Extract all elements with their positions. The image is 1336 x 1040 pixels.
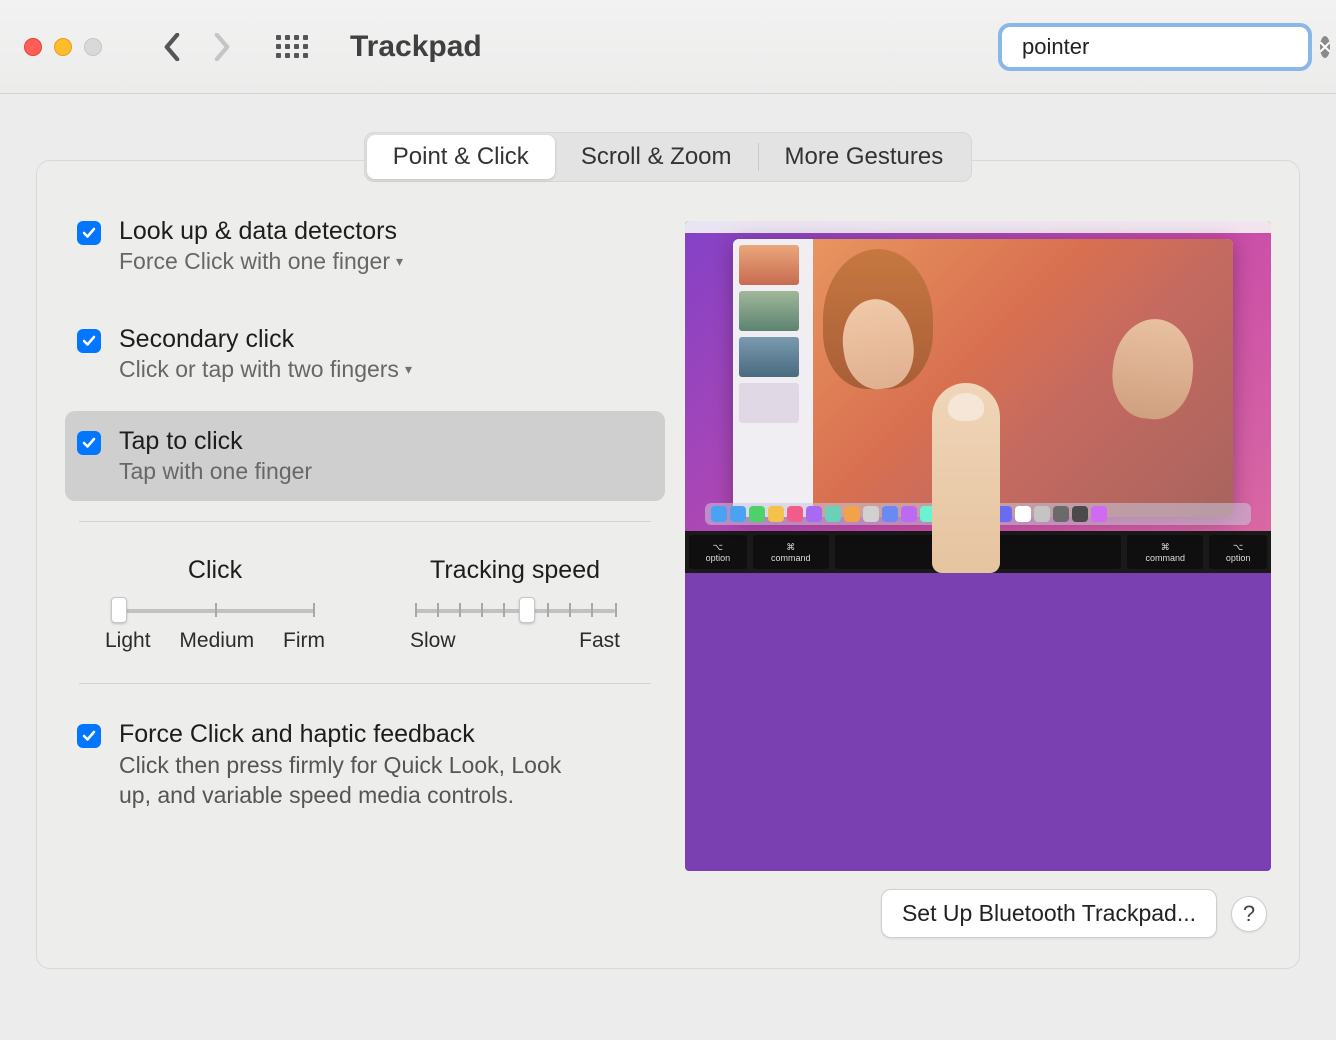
option-secondary-click[interactable]: Secondary click Click or tap with two fi… [65,309,665,399]
settings-pane: Look up & data detectors Force Click wit… [36,160,1300,969]
sliders-row: Click Light Medium Firm [65,542,665,663]
checkbox-tap[interactable] [77,431,101,455]
option-sub-label: Tap with one finger [119,458,312,485]
tracking-slider[interactable] [415,603,615,615]
option-lookup[interactable]: Look up & data detectors Force Click wit… [65,201,665,291]
option-description: Click then press firmly for Quick Look, … [119,751,599,811]
tick-label: Firm [283,629,325,653]
tab-point-click[interactable]: Point & Click [367,135,555,179]
option-sub-label: Force Click with one finger [119,248,390,275]
minimize-window-button[interactable] [54,38,72,56]
content-area: Point & Click Scroll & Zoom More Gesture… [0,94,1336,989]
tick-label: Slow [410,629,456,653]
window-title: Trackpad [350,30,482,64]
checkmark-icon [81,728,97,744]
slider-label: Tracking speed [430,556,600,585]
titlebar: Trackpad [0,0,1336,94]
tick-label: Light [105,629,151,653]
divider [79,521,651,522]
clear-search-button[interactable] [1320,36,1330,58]
back-button[interactable] [152,27,192,67]
divider [79,683,651,684]
show-all-button[interactable] [276,35,308,58]
help-button[interactable]: ? [1231,896,1267,932]
chevron-down-icon: ▾ [396,253,403,270]
click-slider-group: Click Light Medium Firm [95,556,335,653]
search-field[interactable] [998,23,1312,71]
checkmark-icon [81,225,97,241]
close-icon [1320,42,1330,52]
tick-label: Fast [579,629,620,653]
checkmark-icon [81,435,97,451]
preview-column: ⌥option ⌘command ⌘command ⌥option [685,201,1271,871]
slider-thumb[interactable] [111,597,127,623]
checkbox-lookup[interactable] [77,221,101,245]
option-force-click[interactable]: Force Click and haptic feedback Click th… [65,704,665,827]
option-sub-label: Click or tap with two fingers [119,356,399,383]
option-title: Secondary click [119,325,412,354]
option-title: Force Click and haptic feedback [119,720,599,749]
zoom-window-button [84,38,102,56]
checkbox-force[interactable] [77,724,101,748]
option-dropdown[interactable]: Click or tap with two fingers ▾ [119,356,412,383]
forward-button [202,27,242,67]
preview-finger [932,383,1000,573]
search-input[interactable] [1022,34,1310,60]
slider-thumb[interactable] [519,597,535,623]
close-window-button[interactable] [24,38,42,56]
options-column: Look up & data detectors Force Click wit… [65,201,665,871]
chevron-down-icon: ▾ [405,361,412,378]
checkbox-secondary[interactable] [77,329,101,353]
footer: Set Up Bluetooth Trackpad... ? [65,889,1271,938]
checkmark-icon [81,333,97,349]
setup-bluetooth-button[interactable]: Set Up Bluetooth Trackpad... [881,889,1217,938]
click-slider[interactable] [115,603,315,615]
tracking-slider-group: Tracking speed Slow Fast [395,556,635,653]
gesture-preview: ⌥option ⌘command ⌘command ⌥option [685,221,1271,871]
option-dropdown[interactable]: Force Click with one finger ▾ [119,248,403,275]
option-title: Tap to click [119,427,312,456]
tick-label: Medium [179,629,254,653]
slider-tick-labels: Slow Fast [410,629,620,653]
tab-more-gestures[interactable]: More Gestures [759,135,970,179]
window-controls [24,38,102,56]
slider-label: Click [188,556,242,585]
option-title: Look up & data detectors [119,217,403,246]
option-tap-to-click[interactable]: Tap to click Tap with one finger [65,411,665,501]
slider-tick-labels: Light Medium Firm [105,629,325,653]
tab-scroll-zoom[interactable]: Scroll & Zoom [555,135,758,179]
